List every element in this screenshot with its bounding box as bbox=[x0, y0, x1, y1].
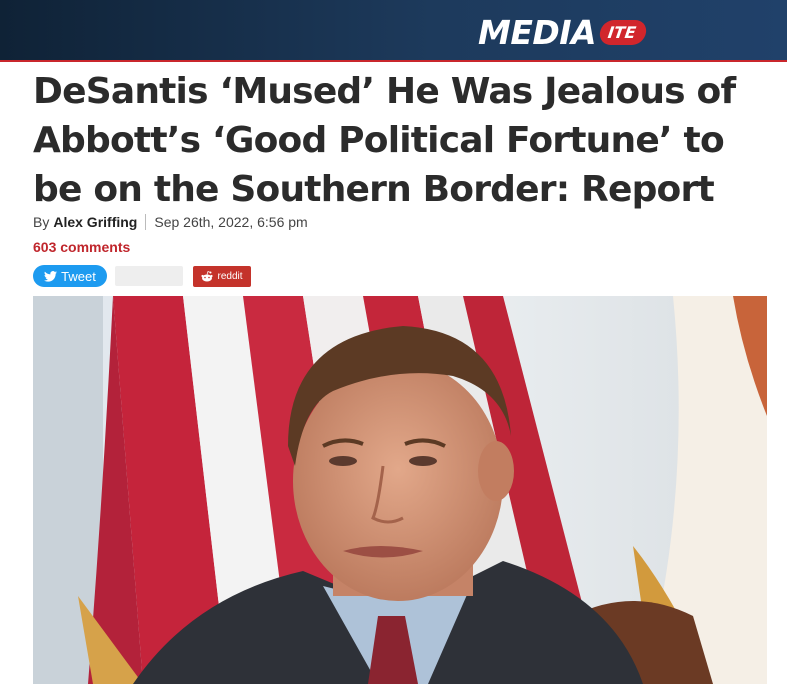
tweet-label: Tweet bbox=[61, 268, 96, 284]
comments-link[interactable]: 603 comments bbox=[33, 239, 130, 255]
logo-wordmark: MEDIA bbox=[478, 12, 597, 52]
site-header: MEDIA ITE bbox=[0, 0, 787, 62]
byline-prefix: By bbox=[33, 214, 50, 230]
byline: By Alex Griffing Sep 26th, 2022, 6:56 pm bbox=[33, 214, 308, 230]
twitter-bird-icon bbox=[44, 270, 58, 282]
tweet-button[interactable]: Tweet bbox=[33, 265, 107, 287]
logo-badge: ITE bbox=[598, 19, 648, 45]
reddit-label: reddit bbox=[217, 270, 243, 282]
share-button-placeholder[interactable] bbox=[115, 266, 183, 286]
publish-date: Sep 26th, 2022, 6:56 pm bbox=[154, 214, 308, 230]
reddit-alien-icon bbox=[201, 270, 214, 281]
share-bar: Tweet reddit bbox=[33, 265, 251, 287]
article-featured-image bbox=[33, 296, 767, 684]
mediaite-logo[interactable]: MEDIA ITE bbox=[478, 12, 648, 52]
article-headline: DeSantis ‘Mused’ He Was Jealous of Abbot… bbox=[33, 71, 736, 210]
byline-divider bbox=[145, 214, 147, 230]
author-link[interactable]: Alex Griffing bbox=[53, 214, 137, 230]
reddit-button[interactable]: reddit bbox=[193, 265, 251, 287]
